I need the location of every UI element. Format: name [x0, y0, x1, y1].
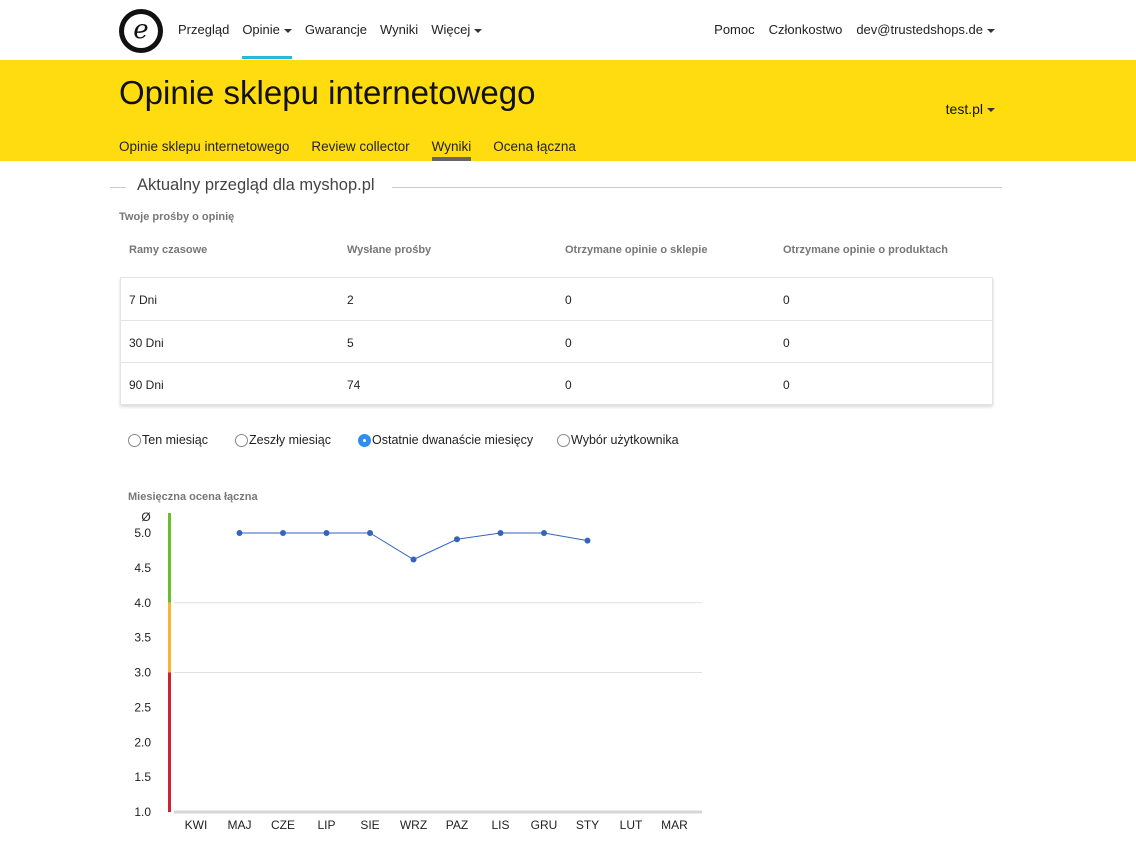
x-tick-label: LIS — [491, 818, 509, 832]
y-tick-label: 4.5 — [134, 561, 151, 575]
data-point — [410, 556, 417, 563]
x-tick-label: LIP — [317, 818, 335, 832]
x-tick-label: STY — [576, 818, 599, 832]
y-axis-label: Ø — [141, 510, 150, 524]
y-tick-label: 1.5 — [134, 770, 151, 784]
data-point — [454, 536, 460, 543]
data-point — [280, 530, 286, 536]
data-point — [584, 537, 591, 544]
y-tick-label: 5.0 — [134, 526, 151, 540]
rating-band — [168, 672, 171, 812]
series-line — [239, 532, 588, 561]
x-tick-label: MAR — [661, 818, 688, 832]
x-tick-label: CZE — [271, 818, 295, 832]
y-tick-label: 2.0 — [134, 735, 151, 749]
y-tick-label: 4.0 — [134, 596, 151, 610]
x-tick-label: PAZ — [446, 818, 468, 832]
rating-band — [168, 513, 171, 603]
monthly-rating-chart: Ø 5.0 4.5 4.0 3.5 3.0 2.5 2.0 1.5 1.0 KWI MAJ CZE LIP… — [134, 510, 702, 832]
y-tick-label: 3.5 — [134, 631, 151, 645]
x-tick-label: SIE — [360, 818, 379, 832]
y-tick-label: 2.5 — [134, 700, 151, 714]
data-point — [497, 530, 504, 536]
x-tick-label: MAJ — [228, 818, 252, 832]
y-tick-label: 1.0 — [134, 805, 151, 819]
rating-band — [168, 602, 171, 673]
data-point — [236, 530, 243, 536]
x-tick-label: GRU — [531, 818, 558, 832]
x-tick-label: LUT — [620, 818, 643, 832]
data-point — [367, 530, 373, 536]
x-tick-label: WRZ — [400, 818, 427, 832]
data-point — [323, 530, 330, 536]
x-tick-label: KWI — [185, 818, 208, 832]
y-tick-label: 3.0 — [134, 666, 151, 680]
data-point — [541, 530, 547, 536]
